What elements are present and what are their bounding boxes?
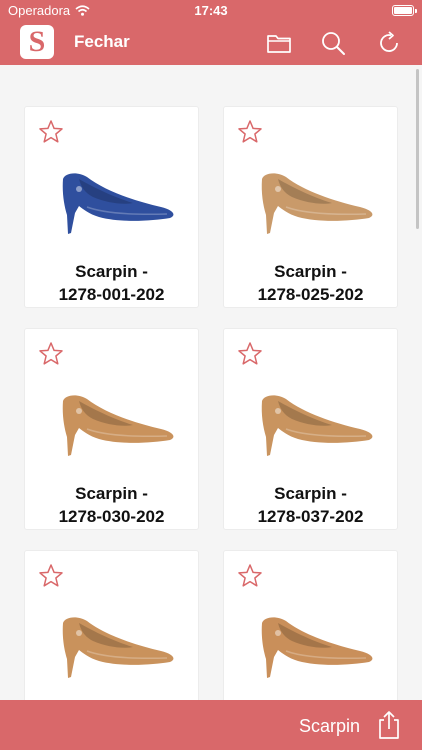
app-logo: S [20,25,54,59]
favorite-star-icon[interactable] [237,563,263,589]
collection-title: Scarpin [298,716,360,736]
product-card[interactable]: Scarpin - 1278-037-202 [224,329,397,529]
product-card[interactable] [25,551,198,700]
product-card[interactable] [224,551,397,700]
product-name: Scarpin - 1278-025-202 [224,260,397,306]
product-code: 1278-025-202 [257,285,364,304]
product-image [261,617,373,678]
nav-bar: S Fechar [0,22,422,65]
product-list[interactable]: Scarpin - 1278-001-202 Scarpin - 1278-025-2… [0,65,422,700]
product-image [62,395,174,456]
folder-icon[interactable] [266,30,292,56]
product-image [261,395,373,456]
status-bar: Operadora 17:43 [0,0,422,22]
favorite-star-icon[interactable] [237,341,263,367]
product-name-line1: Scarpin - [274,484,347,503]
app-screen: Operadora 17:43 S Fechar Scarpin - 1278-… [0,0,422,750]
product-name-line1: Scarpin - [274,262,347,281]
product-name: Scarpin - 1278-037-202 [224,482,397,528]
close-button[interactable]: Fechar [74,32,130,52]
refresh-icon[interactable] [376,30,402,56]
product-name: Scarpin - 1278-030-202 [25,482,198,528]
product-card[interactable]: Scarpin - 1278-030-202 [25,329,198,529]
share-icon[interactable] [376,710,402,740]
favorite-star-icon[interactable] [38,563,64,589]
scrollbar[interactable] [416,69,419,229]
favorite-star-icon[interactable] [237,119,263,145]
product-image [261,173,373,234]
bottom-bar: Scarpin [0,700,422,750]
product-name-line1: Scarpin - [75,262,148,281]
status-time: 17:43 [194,3,228,18]
top-bar: Operadora 17:43 S Fechar [0,0,422,65]
product-name-line1: Scarpin - [75,484,148,503]
search-icon[interactable] [320,30,346,56]
product-image [62,617,174,678]
favorite-star-icon[interactable] [38,119,64,145]
product-name: Scarpin - 1278-001-202 [25,260,198,306]
product-card[interactable]: Scarpin - 1278-001-202 [25,107,198,307]
product-image [62,173,174,234]
product-code: 1278-030-202 [58,507,165,526]
favorite-star-icon[interactable] [38,341,64,367]
product-card[interactable]: Scarpin - 1278-025-202 [224,107,397,307]
battery-icon [392,5,417,16]
product-code: 1278-037-202 [257,507,364,526]
product-code: 1278-001-202 [58,285,165,304]
